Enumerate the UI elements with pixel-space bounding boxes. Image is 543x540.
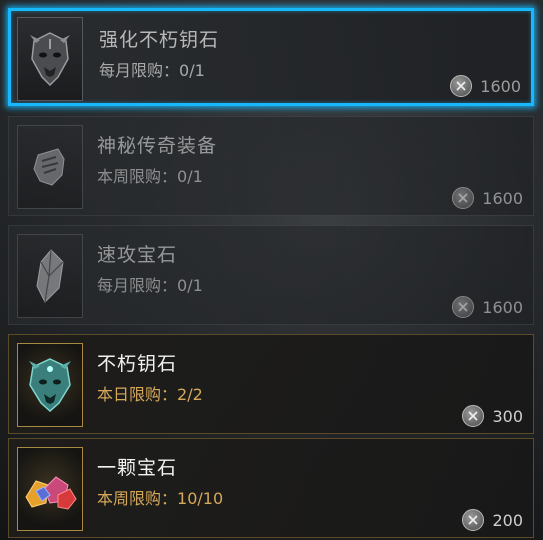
price-value: 1600 — [482, 188, 523, 208]
item-name: 速攻宝石 — [97, 244, 178, 266]
item-name: 一颗宝石 — [97, 457, 178, 479]
price-value: 1600 — [480, 76, 521, 96]
price-value: 200 — [492, 510, 523, 530]
colored-gems-icon — [17, 447, 83, 531]
purchase-limit: 每月限购：0/1 — [97, 272, 203, 296]
item-name: 强化不朽钥石 — [99, 29, 220, 51]
purchase-limit: 本日限购：2/2 — [97, 381, 203, 405]
limit-value: 0/1 — [179, 61, 205, 80]
shop-item-keystone[interactable]: 不朽钥石 本日限购：2/2 300 — [8, 334, 534, 434]
demon-mask-icon — [17, 17, 83, 101]
price: 1600 — [452, 296, 523, 318]
price: 300 — [462, 405, 523, 427]
shop-item-mystery-legendary[interactable]: 神秘传奇装备 本周限购：0/1 1600 — [8, 116, 534, 216]
crystal-gem-icon — [17, 234, 83, 318]
limit-label: 每月限购： — [97, 276, 178, 295]
platinum-coin-icon — [462, 405, 485, 427]
limit-value: 0/1 — [177, 276, 203, 295]
limit-label: 每月限购： — [99, 61, 180, 80]
purchase-limit: 每月限购：0/1 — [99, 57, 205, 81]
platinum-coin-icon — [462, 509, 485, 531]
limit-value: 10/10 — [177, 489, 224, 508]
limit-label: 本周限购： — [97, 167, 178, 186]
platinum-coin-icon — [452, 296, 475, 318]
limit-label: 本周限购： — [97, 489, 178, 508]
shop-item-speed-gem[interactable]: 速攻宝石 每月限购：0/1 1600 — [8, 225, 534, 325]
shop-item-enhanced-keystone[interactable]: 强化不朽钥石 每月限购：0/1 1600 — [8, 8, 534, 106]
platinum-coin-icon — [452, 187, 475, 209]
limit-value: 0/1 — [177, 167, 203, 186]
price: 200 — [462, 509, 523, 531]
price-value: 300 — [492, 406, 523, 426]
item-name: 神秘传奇装备 — [97, 135, 218, 157]
shop-item-gem[interactable]: 一颗宝石 本周限购：10/10 200 — [8, 438, 534, 538]
limit-value: 2/2 — [177, 385, 203, 404]
price: 1600 — [452, 187, 523, 209]
limit-label: 本日限购： — [97, 385, 178, 404]
purchase-limit: 本周限购：0/1 — [97, 163, 203, 187]
platinum-coin-icon — [450, 75, 473, 97]
price: 1600 — [450, 75, 521, 97]
gauntlet-icon — [17, 125, 83, 209]
item-name: 不朽钥石 — [97, 353, 178, 375]
price-value: 1600 — [482, 297, 523, 317]
purchase-limit: 本周限购：10/10 — [97, 485, 223, 509]
teal-keystone-mask-icon — [17, 343, 83, 427]
